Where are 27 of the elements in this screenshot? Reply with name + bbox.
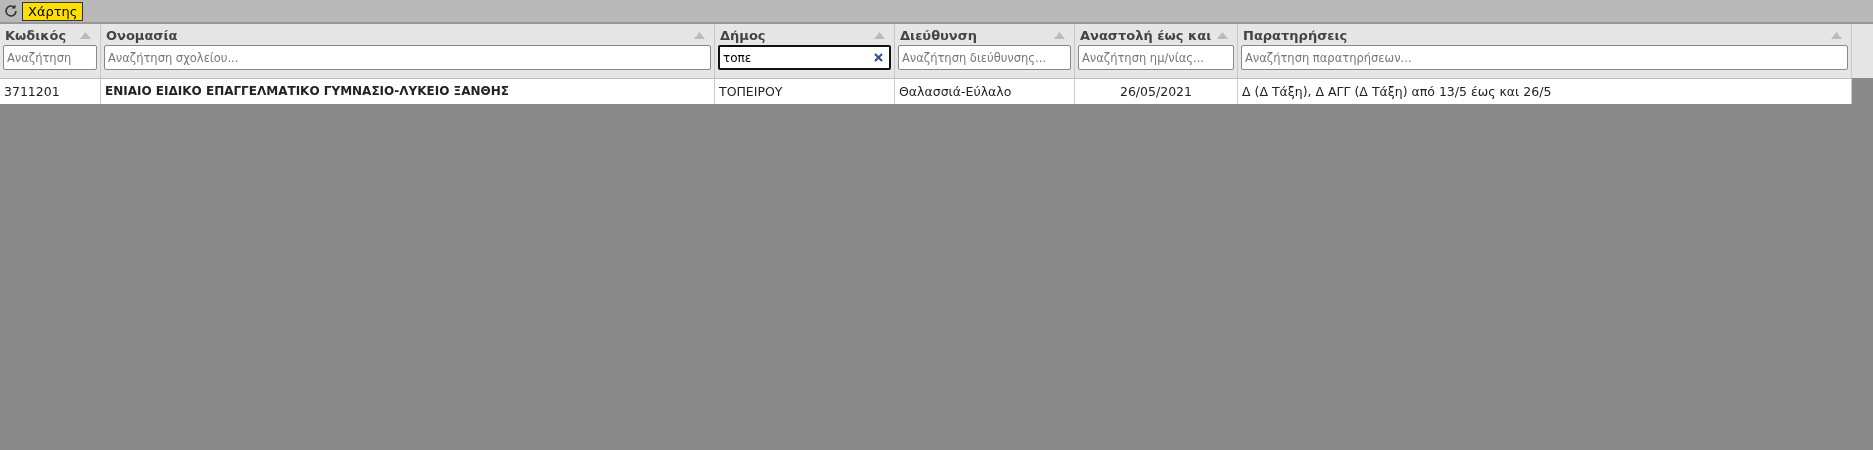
filter-field[interactable]: Αναζήτηση διεύθυνσης... <box>898 45 1071 70</box>
table-cell: Δ (Δ Τάξη), Δ ΑΓΓ (Δ Τάξη) από 13/5 έως και 26/5 <box>1238 78 1852 104</box>
sort-icon[interactable] <box>1831 31 1842 39</box>
map-button[interactable]: Χάρτης <box>22 1 84 21</box>
filter-field[interactable]: τοπε <box>718 45 891 70</box>
table-cell: Θαλασσιά-Εύλαλο <box>895 78 1075 104</box>
sort-icon[interactable] <box>694 31 705 39</box>
sort-icon[interactable] <box>874 31 885 39</box>
filter-field[interactable]: Αναζήτηση ημ/νίας... <box>1078 45 1234 70</box>
table-cell: ΕΝΙΑΙΟ ΕΙΔΙΚΟ ΕΠΑΓΓΕΛΜΑΤΙΚΟ ΓΥΜΝΑΣΙΟ-ΛΥΚΕΙΟ ΞΑΝΘΗΣ <box>101 78 715 104</box>
column-label[interactable]: Δήμος <box>718 27 766 43</box>
clear-icon[interactable] <box>874 53 883 62</box>
sort-icon[interactable] <box>1217 31 1228 39</box>
refresh-icon[interactable] <box>3 3 19 19</box>
sort-icon[interactable] <box>80 31 91 39</box>
table-cell: 26/05/2021 <box>1075 78 1238 104</box>
filter-field[interactable]: Αναζήτηση σχολείου... <box>104 45 711 70</box>
column-label[interactable]: Κωδικός <box>3 27 67 43</box>
column-label[interactable]: Παρατηρήσεις <box>1241 27 1348 43</box>
column-label[interactable]: Αναστολή έως και <box>1078 27 1212 43</box>
table-cell: ΤΟΠΕΙΡΟΥ <box>715 78 895 104</box>
filter-field[interactable]: Αναζήτηση παρατηρήσεων... <box>1241 45 1848 70</box>
filter-field[interactable]: Αναζήτηση <box>3 45 97 70</box>
column-label[interactable]: Ονομασία <box>104 27 178 43</box>
table-cell: 3711201 <box>0 78 101 104</box>
sort-icon[interactable] <box>1054 31 1065 39</box>
column-label[interactable]: Διεύθυνση <box>898 27 978 43</box>
